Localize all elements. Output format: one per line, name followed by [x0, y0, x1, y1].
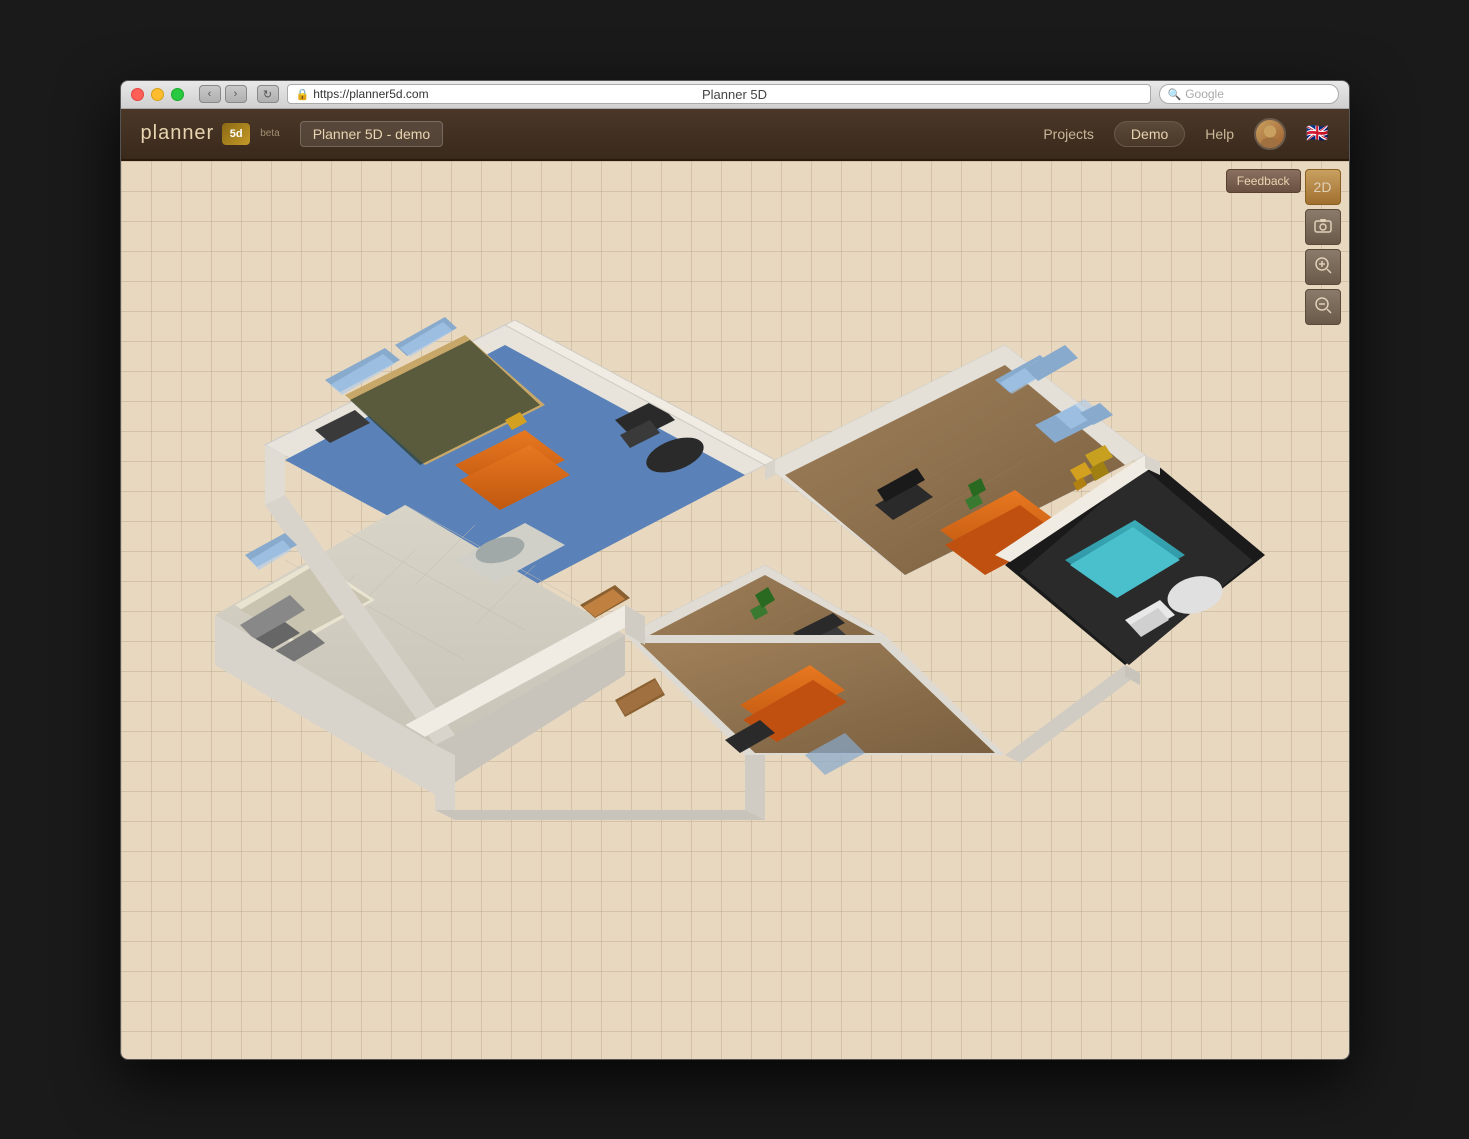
floor-plan-3d	[185, 265, 1285, 1015]
lock-icon: 🔒	[296, 88, 310, 101]
search-placeholder: Google	[1185, 87, 1224, 101]
zoom-out-icon	[1314, 296, 1332, 317]
address-bar-container: ↻ 🔒 https://planner5d.com 🔍 Google	[257, 84, 1339, 104]
view-2d-button[interactable]: 2D	[1305, 169, 1341, 205]
projects-nav[interactable]: Projects	[1043, 126, 1094, 142]
zoom-out-button[interactable]	[1305, 289, 1341, 325]
help-nav[interactable]: Help	[1205, 126, 1234, 142]
user-avatar[interactable]	[1254, 118, 1286, 150]
logo-area: planner 5d beta	[141, 122, 280, 145]
reload-button[interactable]: ↻	[257, 85, 279, 103]
forward-button[interactable]: ›	[225, 85, 247, 103]
canvas-area: Feedback 2D	[121, 161, 1349, 1059]
back-button[interactable]: ‹	[199, 85, 221, 103]
app-header: planner 5d beta Planner 5D - demo Projec…	[121, 109, 1349, 161]
search-bar[interactable]: 🔍 Google	[1159, 84, 1339, 104]
language-flag[interactable]: 🇬🇧	[1306, 123, 1328, 144]
zoom-in-icon	[1314, 256, 1332, 277]
right-toolbar: 2D	[1305, 169, 1341, 325]
beta-badge: beta	[260, 128, 279, 139]
window-title: Planner 5D	[702, 87, 767, 102]
minimize-button[interactable]	[151, 88, 164, 101]
browser-window: ‹ › ↻ 🔒 https://planner5d.com 🔍 Google P…	[120, 80, 1350, 1060]
url-text: https://planner5d.com	[313, 87, 428, 101]
close-button[interactable]	[131, 88, 144, 101]
header-right: Projects Demo Help 🇬🇧	[1043, 118, 1328, 150]
feedback-button[interactable]: Feedback	[1226, 169, 1301, 193]
maximize-button[interactable]	[171, 88, 184, 101]
project-name[interactable]: Planner 5D - demo	[300, 121, 444, 147]
logo-text: planner	[141, 122, 215, 145]
search-icon: 🔍	[1168, 88, 1182, 101]
browser-nav: ‹ ›	[199, 85, 247, 103]
zoom-in-button[interactable]	[1305, 249, 1341, 285]
demo-nav[interactable]: Demo	[1114, 121, 1185, 147]
camera-icon	[1314, 217, 1332, 236]
titlebar: ‹ › ↻ 🔒 https://planner5d.com 🔍 Google P…	[121, 81, 1349, 109]
logo-box: 5d	[222, 123, 250, 145]
screenshot-button[interactable]	[1305, 209, 1341, 245]
traffic-lights	[131, 88, 184, 101]
2d-label: 2D	[1314, 179, 1332, 195]
